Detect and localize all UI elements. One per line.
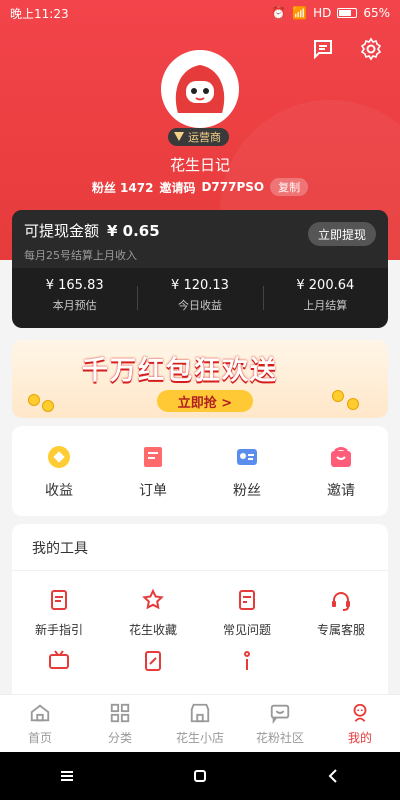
quick-item-invite[interactable]: 邀请: [294, 426, 388, 516]
nav-shop[interactable]: 花生小店: [160, 695, 240, 752]
coin-icon: [42, 400, 54, 412]
tool-label: 花生收藏: [128, 623, 177, 637]
nav-label: 花生小店: [175, 731, 224, 745]
role-badge-label: 运营商: [188, 131, 221, 144]
avatar[interactable]: [161, 50, 239, 128]
earn-value: ¥ 200.64: [296, 278, 355, 293]
tool-favorites[interactable]: 花生收藏: [106, 587, 200, 638]
alarm-icon: ⏰: [271, 6, 287, 20]
fans-icon: [232, 442, 262, 472]
tool-support[interactable]: 专属客服: [294, 587, 388, 638]
earn-value: ¥ 165.83: [45, 278, 104, 293]
coin-icon: [332, 390, 344, 402]
order-icon: [138, 442, 168, 472]
message-icon: [314, 40, 332, 60]
settings-button[interactable]: [358, 36, 384, 62]
tool-label: 常见问题: [222, 623, 271, 637]
earn-label: 上月结算: [303, 299, 348, 312]
home-icon: [28, 701, 52, 725]
shop-icon: [188, 701, 212, 725]
earnings-card: 可提现金额 ¥ 0.65 每月25号结算上月收入 立即提现 ¥ 165.83 本…: [12, 210, 388, 328]
earn-cell-month-estimate[interactable]: ¥ 165.83 本月预估: [12, 268, 137, 328]
earn-value: ¥ 120.13: [171, 278, 229, 293]
tool-tv[interactable]: [12, 648, 106, 682]
quick-item-earnings[interactable]: 收益: [12, 426, 106, 516]
coin-icon: [347, 398, 359, 410]
profile-meta: 粉丝 1472 邀请码 D777PSO 复制: [0, 178, 400, 196]
earn-label: 今日收益: [177, 299, 222, 312]
tv-icon: [46, 648, 72, 674]
nav-label: 首页: [27, 731, 52, 745]
network-label: HD: [313, 6, 332, 20]
back-icon: [328, 769, 338, 783]
tool-faq[interactable]: 常见问题: [200, 587, 294, 638]
withdrawable-title: 可提现金额: [24, 222, 100, 240]
tool-label: 新手指引: [34, 623, 83, 637]
battery-percent: 65%: [363, 6, 390, 20]
quick-item-orders[interactable]: 订单: [106, 426, 200, 516]
nav-category[interactable]: 分类: [80, 695, 160, 752]
withdraw-button[interactable]: 立即提现: [307, 222, 376, 246]
bottom-nav: 首页 分类 花生小店 花粉社区 我的: [0, 694, 400, 752]
tool-empty: [294, 648, 388, 682]
invite-icon: [326, 442, 356, 472]
tools-title: 我的工具: [12, 524, 388, 571]
tool-guide[interactable]: 新手指引: [12, 587, 106, 638]
tool-edit[interactable]: [106, 648, 200, 682]
back-button[interactable]: [313, 756, 353, 796]
invite-code: D777PSO: [201, 180, 265, 194]
fans-count: 粉丝 1472: [91, 180, 154, 195]
menu-button[interactable]: [47, 756, 87, 796]
info-icon: [234, 648, 260, 674]
nav-profile[interactable]: 我的: [320, 695, 400, 752]
banner-cta-button[interactable]: 立即抢 >: [157, 390, 253, 412]
promo-banner[interactable]: 千万红包狂欢送 立即抢 >: [12, 340, 388, 418]
avatar-image: [164, 53, 236, 125]
quick-label: 订单: [139, 483, 167, 499]
tool-label: 专属客服: [316, 623, 365, 637]
role-badge: 运营商: [168, 128, 229, 146]
earn-cell-today[interactable]: ¥ 120.13 今日收益: [137, 268, 262, 328]
settlement-note: 每月25号结算上月收入: [24, 249, 137, 262]
earn-cell-last-month[interactable]: ¥ 200.64 上月结算: [262, 268, 388, 328]
battery-icon: [337, 8, 358, 18]
status-bar: 晚上11:23 ⏰ 📶 HD 65%: [0, 0, 400, 26]
nav-label: 花粉社区: [255, 731, 304, 745]
nav-label: 我的: [347, 731, 372, 745]
message-button[interactable]: [310, 36, 336, 62]
earn-label: 本月预估: [52, 299, 97, 312]
nickname: 花生日记: [169, 156, 230, 174]
coin-icon: [44, 442, 74, 472]
invite-label: 邀请码: [159, 180, 196, 195]
home-system-button[interactable]: [180, 756, 220, 796]
quick-actions: 收益 订单 粉丝 邀请: [12, 426, 388, 516]
wifi-icon: 📶: [292, 6, 308, 20]
withdrawable-amount: ¥ 0.65: [107, 222, 160, 240]
headset-icon: [328, 587, 354, 613]
nav-home[interactable]: 首页: [0, 695, 80, 752]
nav-label: 分类: [107, 731, 132, 745]
menu-icon: [60, 771, 73, 781]
star-icon: [140, 587, 166, 613]
quick-label: 邀请: [327, 483, 355, 499]
coin-icon: [28, 394, 40, 406]
nav-community[interactable]: 花粉社区: [240, 695, 320, 752]
system-nav-bar: [0, 752, 400, 800]
square-home-icon: [193, 770, 206, 782]
community-icon: [268, 701, 292, 725]
quick-item-fans[interactable]: 粉丝: [200, 426, 294, 516]
profile-icon: [348, 701, 372, 725]
faq-icon: [234, 587, 260, 613]
quick-label: 收益: [45, 483, 73, 499]
copy-invite-button[interactable]: 复制: [270, 178, 309, 196]
gear-icon: [360, 37, 382, 61]
guide-icon: [46, 587, 72, 613]
header-actions: [310, 36, 384, 62]
tool-info[interactable]: [200, 648, 294, 682]
doc-edit-icon: [140, 648, 166, 674]
category-icon: [108, 701, 132, 725]
banner-title: 千万红包狂欢送: [82, 356, 279, 386]
status-time: 晚上11:23: [10, 6, 69, 21]
quick-label: 粉丝: [233, 483, 261, 499]
